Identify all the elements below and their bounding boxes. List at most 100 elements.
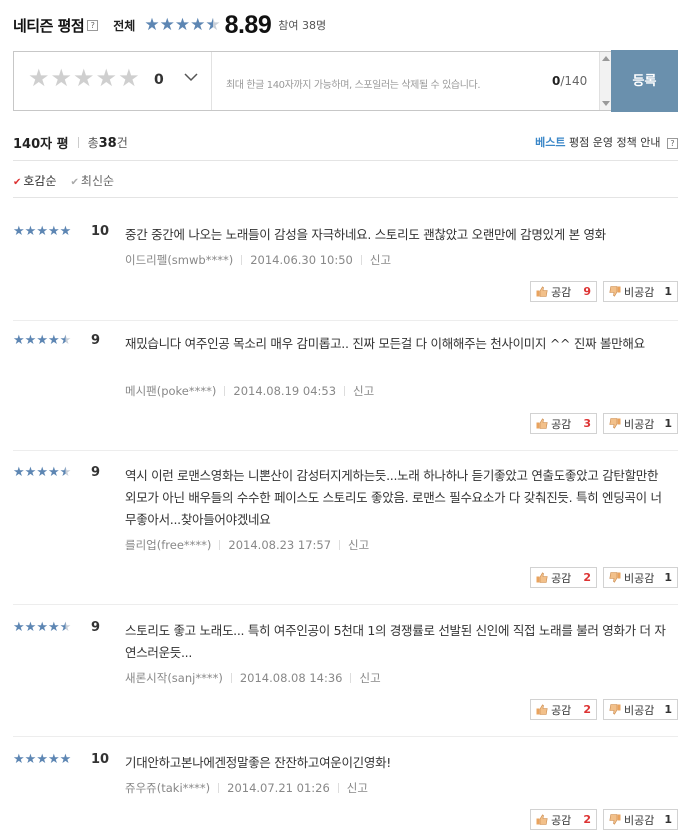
review-text: 스토리도 좋고 노래도... 특히 여주인공이 5천대 1의 경쟁률로 선발된 … — [125, 623, 666, 660]
submit-button[interactable]: 등록 — [611, 50, 678, 112]
like-button[interactable]: 공감 3 — [530, 413, 597, 434]
participant-count: 참여 38명 — [278, 19, 327, 32]
thumbs-up-icon — [536, 704, 548, 715]
dislike-button[interactable]: 비공감 1 — [602, 567, 678, 588]
star-icon: ★ — [47, 752, 60, 767]
review-actions: 공감 2 비공감 1 — [530, 809, 678, 830]
char-counter: 0/140 — [552, 74, 587, 88]
review-text: 재밌습니다 여주인공 목소리 매우 감미롭고.. 진짜 모든걸 다 이해해주는 … — [125, 336, 645, 351]
report-link[interactable]: 신고 — [353, 383, 374, 399]
dislike-count: 1 — [664, 417, 672, 430]
dislike-button[interactable]: 비공감 1 — [602, 413, 678, 434]
divider — [77, 137, 79, 148]
scroll-up-arrow-icon[interactable] — [602, 56, 610, 61]
star-icon: ★ — [24, 465, 37, 480]
star-icon[interactable]: ★ — [28, 66, 50, 90]
star-icon: ★ — [47, 620, 60, 635]
review-score: 9 — [91, 333, 101, 348]
help-icon[interactable]: ? — [667, 138, 678, 149]
star-icon: ★ — [36, 465, 48, 480]
star-icon: ★ — [59, 752, 72, 767]
star-rating-selector[interactable]: ★ ★ ★ ★ ★ 0 — [14, 52, 212, 110]
like-count: 9 — [583, 285, 591, 298]
like-button[interactable]: 공감 2 — [530, 809, 597, 830]
overall-score: 8.89 — [224, 10, 272, 39]
review-meta: 140자 평 총38건 — [13, 133, 128, 152]
divider — [13, 450, 678, 451]
report-link[interactable]: 신고 — [370, 252, 391, 268]
star-icon: ★ — [24, 224, 37, 239]
check-icon: ✔ — [13, 177, 22, 188]
like-button[interactable]: 공감 9 — [530, 281, 597, 302]
thumbs-up-icon — [536, 814, 548, 825]
chevron-down-icon[interactable] — [184, 70, 198, 84]
rating-stars[interactable]: ★ ★ ★ ★ ★ — [28, 66, 140, 90]
star-icon: ★ — [24, 333, 37, 348]
review-text: 역시 이런 로맨스영화는 니뽄산이 감성터지게하는듯...노래 하나하나 듣기좋… — [125, 468, 662, 527]
divider — [13, 160, 678, 161]
star-icon: ★ — [205, 14, 221, 35]
report-link[interactable]: 신고 — [359, 670, 380, 686]
review-date: 2014.08.19 04:53 — [233, 384, 337, 398]
star-icon[interactable]: ★ — [51, 66, 73, 90]
dislike-button[interactable]: 비공감 1 — [602, 809, 678, 830]
thumbs-down-icon — [609, 418, 621, 429]
review-user[interactable]: 를리업(free****) — [125, 537, 211, 553]
review-actions: 공감 2 비공감 1 — [530, 567, 678, 588]
star-icon: ★ — [144, 14, 160, 35]
review-text: 기대안하고본나에겐정말좋은 잔잔하고여운이긴영화! — [125, 755, 391, 770]
review-date: 2014.06.30 10:50 — [250, 253, 353, 267]
dislike-button[interactable]: 비공감 1 — [602, 699, 678, 720]
star-icon: ★ — [36, 333, 48, 348]
review-stars: ★ ★ ★ ★ ★ — [13, 333, 71, 348]
star-icon[interactable]: ★ — [73, 66, 95, 90]
dislike-button[interactable]: 비공감 1 — [602, 281, 678, 302]
star-icon: ★ — [59, 333, 72, 348]
section-title: 네티즌 평점 — [13, 16, 85, 35]
review-byline: 쥬우쥬(taki****) 2014.07.21 01:26 신고 — [125, 780, 368, 796]
review-user[interactable]: 쥬우쥬(taki****) — [125, 780, 210, 796]
report-link[interactable]: 신고 — [347, 780, 368, 796]
star-icon: ★ — [159, 14, 175, 35]
divider — [13, 604, 678, 605]
rating-value: 0 — [154, 72, 164, 88]
star-icon: ★ — [36, 224, 48, 239]
review-user[interactable]: 이드리펠(smwb****) — [125, 252, 233, 268]
like-button[interactable]: 공감 2 — [530, 567, 597, 588]
char-max: /140 — [560, 74, 588, 88]
star-icon[interactable]: ★ — [96, 66, 118, 90]
help-icon[interactable]: ? — [87, 19, 99, 31]
star-icon: ★ — [13, 620, 25, 635]
star-icon: ★ — [47, 465, 60, 480]
sort-by-likes[interactable]: ✔ 호감순 — [13, 172, 57, 189]
star-icon[interactable]: ★ — [118, 66, 140, 90]
star-icon: ★ — [174, 14, 191, 35]
star-icon: ★ — [24, 752, 37, 767]
thumbs-down-icon — [609, 572, 621, 583]
sort-by-recent[interactable]: ✔ 최신순 — [71, 172, 115, 189]
review-stars: ★ ★ ★ ★ ★ — [13, 224, 71, 239]
textarea-scrollbar[interactable] — [599, 52, 611, 110]
star-icon: ★ — [36, 620, 48, 635]
like-count: 2 — [583, 813, 591, 826]
star-icon: ★ — [13, 333, 25, 348]
review-user[interactable]: 메시팬(poke****) — [125, 383, 216, 399]
review-byline: 이드리펠(smwb****) 2014.06.30 10:50 신고 — [125, 252, 391, 268]
review-date: 2014.07.21 01:26 — [227, 781, 330, 795]
report-link[interactable]: 신고 — [348, 537, 369, 553]
star-icon: ★ — [24, 620, 37, 635]
scroll-down-arrow-icon[interactable] — [602, 101, 610, 106]
review-textarea[interactable]: 최대 한글 140자까지 가능하며, 스포일러는 삭제될 수 있습니다. — [226, 76, 481, 91]
star-icon: ★ — [13, 752, 25, 767]
star-icon: ★ — [59, 465, 72, 480]
review-text: 중간 중간에 나오는 노래들이 감성을 자극하네요. 스토리도 괜찮았고 오랜만… — [125, 227, 606, 242]
thumbs-up-icon — [536, 286, 548, 297]
star-icon: ★ — [47, 333, 60, 348]
dislike-count: 1 — [664, 285, 672, 298]
dislike-count: 1 — [664, 571, 672, 584]
review-actions: 공감 2 비공감 1 — [530, 699, 678, 720]
policy-link[interactable]: 베스트 평점 운영 정책 안내 ? — [535, 134, 678, 150]
divider — [13, 197, 678, 198]
like-button[interactable]: 공감 2 — [530, 699, 597, 720]
review-user[interactable]: 새론시작(sanj****) — [125, 670, 223, 686]
